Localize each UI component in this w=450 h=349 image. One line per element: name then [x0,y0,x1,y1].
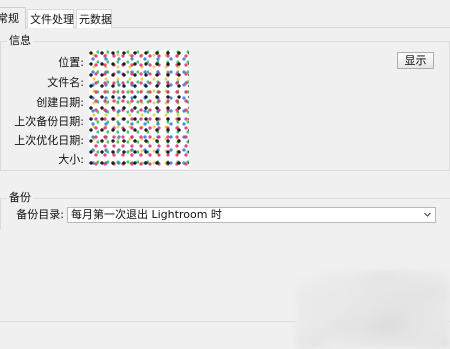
tab-bar: 常规 文件处理 元数据 [0,0,450,29]
filename-label: 文件名: [47,76,84,89]
created-date-label: 创建日期: [36,96,84,109]
size-label: 大小: [58,153,84,166]
backup-directory-label: 备份目录: [16,208,64,221]
backup-directory-value: 每月第一次退出 Lightroom 时 [71,208,222,221]
tab-file-handling[interactable]: 文件处理 [27,9,74,28]
tab-metadata[interactable]: 元数据 [76,9,112,28]
backup-group-title: 备份 [7,191,33,204]
tab-general[interactable]: 常规 [0,7,26,29]
backup-directory-select[interactable]: 每月第一次退出 Lightroom 时 [67,207,436,223]
blurred-region [296,270,450,349]
redacted-values [89,50,189,169]
last-backup-date-label: 上次备份日期: [14,115,84,128]
show-button[interactable]: 显示 [397,52,434,69]
location-label: 位置: [58,56,84,69]
chevron-down-icon [424,212,431,217]
last-optimized-date-label: 上次优化日期: [14,134,84,147]
info-group-title: 信息 [7,34,33,47]
